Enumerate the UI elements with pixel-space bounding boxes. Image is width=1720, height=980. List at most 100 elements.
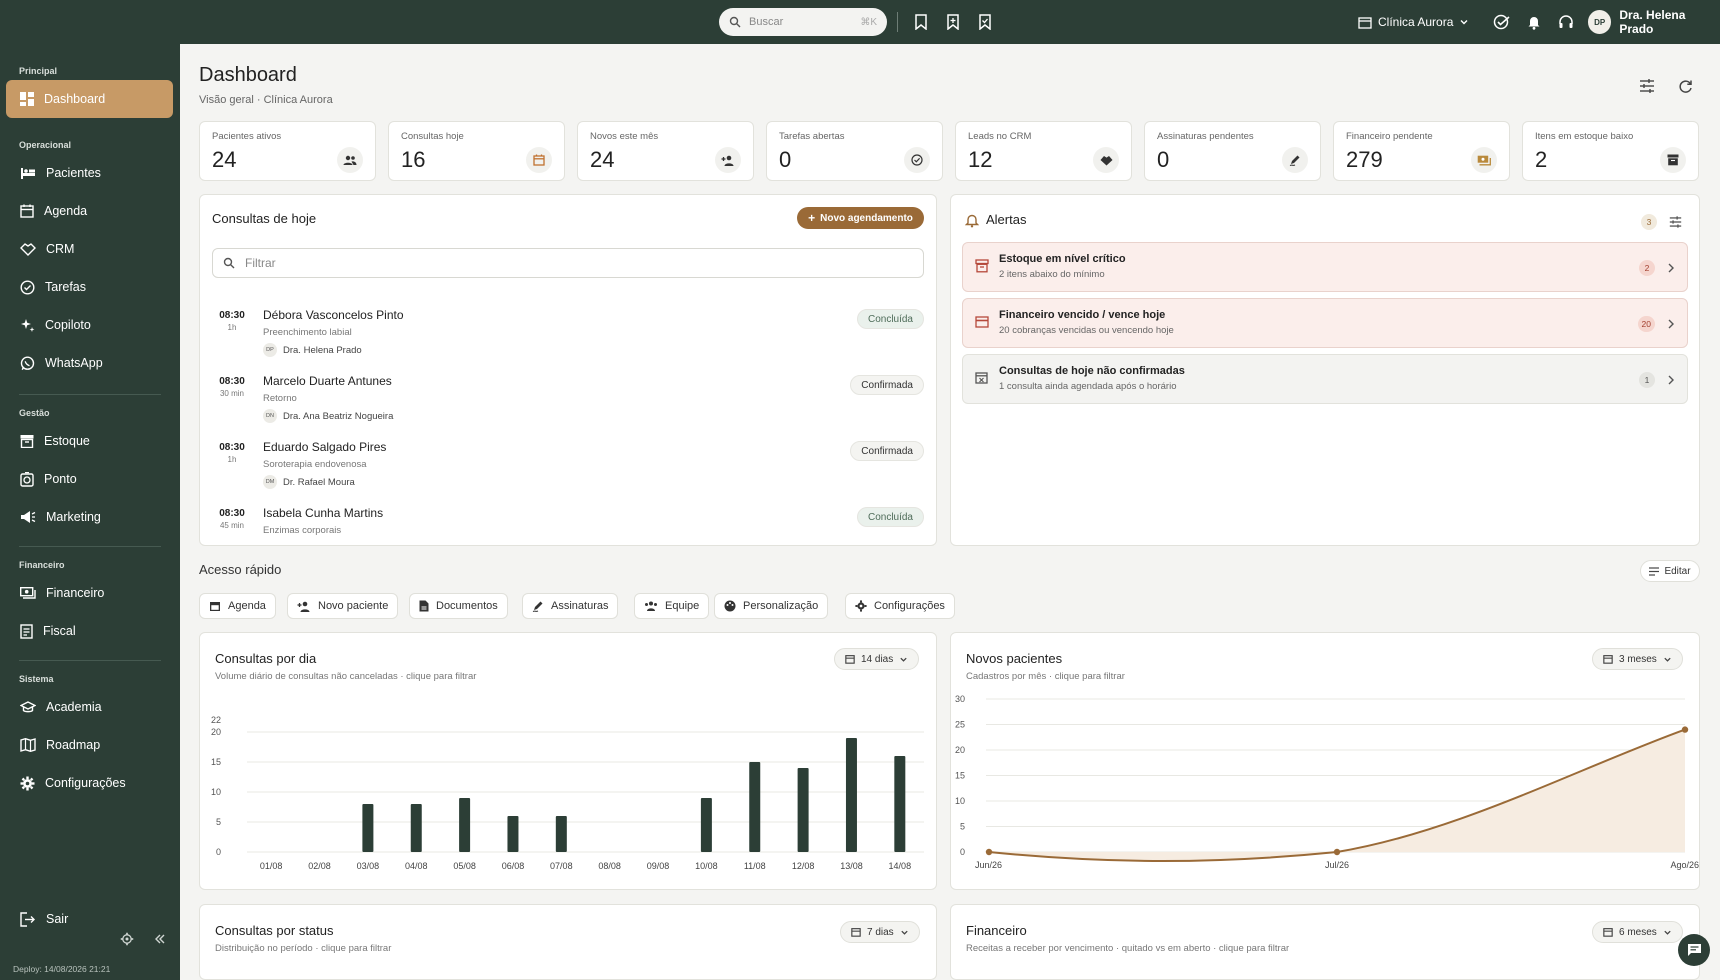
novos-pacientes-range-select[interactable]: 3 meses — [1592, 648, 1683, 670]
search-icon — [729, 16, 741, 28]
data-point[interactable] — [1681, 726, 1689, 733]
bar[interactable] — [507, 816, 519, 852]
headset-icon[interactable] — [1556, 12, 1576, 32]
x-tick-label: 04/08 — [405, 861, 428, 871]
clinic-selector[interactable]: Clínica Aurora — [1358, 12, 1469, 32]
sidebar-item-financeiro[interactable]: Financeiro — [6, 574, 173, 612]
sidebar-item-roadmap[interactable]: Roadmap — [6, 726, 173, 764]
consultas-dia-chart[interactable]: 0 5 10 15 20 22 01/08 02/08 03/08 04/08 05/08 06/08… — [199, 700, 937, 880]
sidebar-item-tarefas[interactable]: Tarefas — [6, 268, 173, 306]
quick-equipe[interactable]: Equipe — [634, 593, 710, 619]
bar[interactable] — [362, 804, 374, 852]
bar[interactable] — [845, 738, 857, 852]
quick-assinaturas[interactable]: Assinaturas — [522, 593, 619, 619]
chat-button[interactable] — [1678, 934, 1710, 966]
sidebar-item-whatsapp[interactable]: WhatsApp — [6, 344, 173, 382]
stat-card-financeiro-pendente[interactable]: Financeiro pendente 279 — [1333, 121, 1510, 181]
calendar-icon — [210, 602, 220, 611]
stat-card-consultas-hoje[interactable]: Consultas hoje 16 — [388, 121, 565, 181]
sidebar-item-academia[interactable]: Academia — [6, 688, 173, 726]
y-tick-label: 5 — [960, 822, 965, 832]
avatar: DM — [263, 475, 277, 489]
y-tick-label: 15 — [211, 757, 221, 767]
tune-icon[interactable] — [1637, 76, 1657, 96]
tune-icon[interactable] — [1669, 215, 1682, 233]
x-tick-label: 09/08 — [647, 861, 670, 871]
sidebar-item-pacientes[interactable]: Pacientes — [6, 154, 173, 192]
sidebar-item-estoque[interactable]: Estoque — [6, 422, 173, 460]
chip-label: Agenda — [228, 600, 266, 612]
gear-icon — [20, 776, 35, 790]
bar[interactable] — [700, 798, 712, 852]
patient-bed-icon — [21, 168, 35, 179]
quick-documentos[interactable]: Documentos — [409, 593, 508, 619]
financeiro-range-select[interactable]: 6 meses — [1592, 921, 1683, 943]
bookmark-icon[interactable] — [911, 12, 931, 32]
logout-button[interactable]: Sair — [6, 900, 116, 938]
procedure: Retorno — [263, 393, 297, 404]
quick-personalizacao[interactable]: Personalização — [714, 593, 829, 619]
sidebar-item-marketing[interactable]: Marketing — [6, 498, 173, 536]
bar[interactable] — [797, 768, 809, 852]
stat-card-leads-crm[interactable]: Leads no CRM 12 — [955, 121, 1132, 181]
appointments-title: Consultas de hoje — [212, 211, 317, 226]
clinic-name: Clínica Aurora — [1378, 15, 1454, 29]
range-label: 7 dias — [867, 926, 894, 938]
sidebar-item-crm[interactable]: CRM — [6, 230, 173, 268]
y-tick-label: 20 — [955, 745, 965, 755]
bar[interactable] — [555, 816, 567, 852]
stat-card-pacientes-ativos[interactable]: Pacientes ativos 24 — [199, 121, 376, 181]
sidebar-item-fiscal[interactable]: Fiscal — [6, 612, 173, 650]
bookmark-add-icon[interactable] — [943, 12, 963, 32]
consultas-status-range-select[interactable]: 7 dias — [840, 921, 920, 943]
list-item[interactable]: 08:30 45 min Isabela Cunha Martins Enzim… — [212, 498, 924, 536]
bar[interactable] — [894, 756, 906, 852]
novos-pacientes-chart[interactable]: 0 5 10 15 20 25 30 Jun/26 Jul/26 Ago/26 — [950, 690, 1700, 880]
task-check-icon[interactable] — [1492, 12, 1512, 32]
search-input[interactable]: Buscar ⌘K — [719, 8, 887, 36]
alert-estoque[interactable]: Estoque em nível crítico 2 itens abaixo … — [962, 242, 1688, 292]
bar[interactable] — [410, 804, 422, 852]
collapse-sidebar-icon[interactable] — [154, 932, 168, 946]
sidebar-item-agenda[interactable]: Agenda — [6, 192, 173, 230]
sidebar-item-ponto[interactable]: Ponto — [6, 460, 173, 498]
sidebar-item-configuracoes[interactable]: Configurações — [6, 764, 173, 802]
appointments-filter-input[interactable]: Filtrar — [212, 248, 924, 278]
new-appointment-button[interactable]: + Novo agendamento — [797, 207, 924, 229]
alert-consultas-nao-confirmadas[interactable]: Consultas de hoje não confirmadas 1 cons… — [962, 354, 1688, 404]
calendar-icon — [20, 204, 34, 218]
chevron-down-icon — [900, 657, 907, 662]
bookmark-check-icon[interactable] — [975, 12, 995, 32]
stat-card-assinaturas[interactable]: Assinaturas pendentes 0 — [1144, 121, 1321, 181]
settings-gear-icon[interactable] — [120, 932, 136, 948]
sidebar-item-copiloto[interactable]: Copiloto — [6, 306, 173, 344]
edit-quick-access-button[interactable]: Editar — [1640, 560, 1700, 582]
calendar-icon — [1603, 655, 1613, 664]
data-point[interactable] — [985, 848, 993, 856]
chevron-right-icon — [1667, 317, 1675, 335]
range-label: 6 meses — [1619, 926, 1657, 938]
data-point[interactable] — [1333, 848, 1341, 856]
list-item[interactable]: 08:30 1h Débora Vasconcelos Pinto Preenc… — [212, 300, 924, 364]
stat-card-tarefas-abertas[interactable]: Tarefas abertas 0 — [766, 121, 943, 181]
bell-icon[interactable] — [1524, 12, 1544, 32]
bar[interactable] — [459, 798, 471, 852]
alert-financeiro[interactable]: Financeiro vencido / vence hoje 20 cobra… — [962, 298, 1688, 348]
sidebar-item-label: CRM — [46, 242, 75, 256]
quick-novo-paciente[interactable]: Novo paciente — [287, 593, 399, 619]
quick-agenda[interactable]: Agenda — [199, 593, 276, 619]
stat-card-estoque-baixo[interactable]: Itens em estoque baixo 2 — [1522, 121, 1699, 181]
alert-subtitle: 1 consulta ainda agendada após o horário — [999, 381, 1177, 392]
sidebar-item-dashboard[interactable]: Dashboard — [6, 80, 173, 118]
bar[interactable] — [749, 762, 761, 852]
quick-configuracoes[interactable]: Configurações — [845, 593, 955, 619]
stat-card-novos-mes[interactable]: Novos este mês 24 — [577, 121, 754, 181]
chip-label: Configurações — [874, 600, 945, 612]
consultas-dia-range-select[interactable]: 14 dias — [834, 648, 920, 670]
user-menu[interactable]: DP Dra. Helena Prado — [1588, 8, 1720, 36]
appointment-time: 08:30 — [219, 310, 245, 321]
topbar-divider — [897, 12, 898, 32]
list-item[interactable]: 08:30 1h Eduardo Salgado Pires Soroterap… — [212, 432, 924, 496]
refresh-icon[interactable] — [1675, 76, 1695, 96]
list-item[interactable]: 08:30 30 min Marcelo Duarte Antunes Reto… — [212, 366, 924, 430]
